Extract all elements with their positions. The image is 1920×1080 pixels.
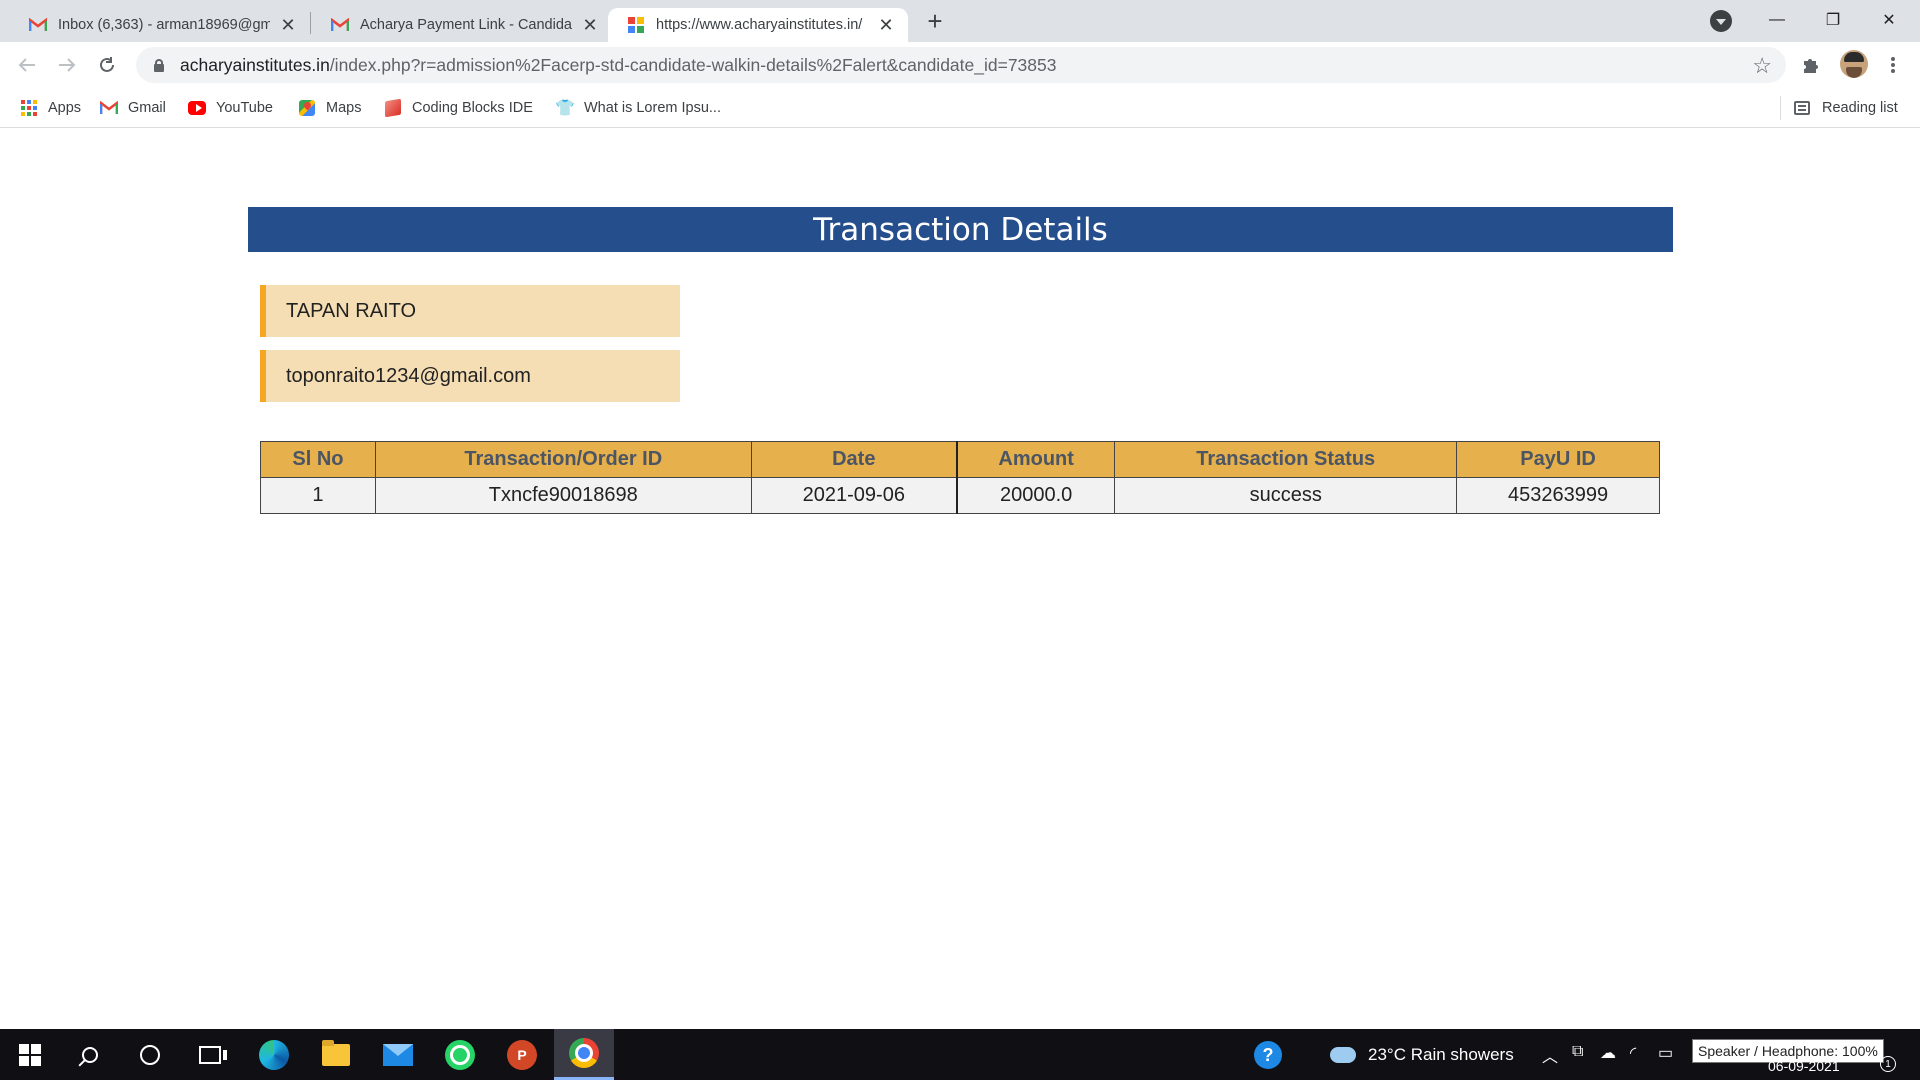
forward-arrow-icon[interactable] [52,50,82,80]
page-title: Transaction Details [248,207,1673,252]
address-bar[interactable]: acharyainstitutes.in/index.php?r=admissi… [136,47,1786,83]
table-header-row: Sl No Transaction/Order ID Date Amount T… [260,441,1660,478]
bookmark-maps[interactable]: Maps [298,96,361,120]
tab-title: https://www.acharyainstitutes.in/ [656,17,863,33]
close-icon[interactable]: ✕ [876,15,896,35]
bookmark-youtube[interactable]: YouTube [188,96,273,120]
powerpoint-icon[interactable]: P [492,1029,552,1080]
close-icon[interactable]: ✕ [278,15,298,35]
column-header: Transaction/Order ID [374,441,752,478]
tab-separator [310,12,311,34]
reading-list-button[interactable]: Reading list [1794,96,1898,120]
column-header: Transaction Status [1114,441,1458,478]
column-header: PayU ID [1456,441,1660,478]
battery-icon[interactable]: ▭ [1658,1043,1673,1063]
cell-sl-no: 1 [260,477,376,514]
bookmark-coding-blocks[interactable]: Coding Blocks IDE [384,96,533,120]
transaction-table: Sl No Transaction/Order ID Date Amount T… [260,441,1660,514]
taskbar-date[interactable]: 06-09-2021 [1768,1058,1840,1074]
reload-icon[interactable] [92,50,122,80]
bookmarks-bar: Apps Gmail YouTube Maps Coding Blocks ID… [0,88,1920,128]
gmail-icon [28,15,48,35]
bookmark-star-icon[interactable]: ☆ [1752,53,1772,79]
gmail-icon [330,15,350,35]
bookmark-label: Coding Blocks IDE [412,100,533,116]
wifi-icon[interactable]: ◜ [1630,1043,1636,1063]
lock-icon[interactable] [154,58,164,72]
minimize-button[interactable]: — [1754,2,1800,38]
edge-icon[interactable] [244,1029,304,1080]
browser-menu-icon[interactable] [1888,52,1898,78]
bookmark-label: Gmail [128,100,166,116]
help-icon[interactable]: ? [1254,1041,1282,1069]
cell-order-id: Txncfe90018698 [374,477,752,514]
bookmark-label: YouTube [216,100,273,116]
file-explorer-icon[interactable] [306,1029,366,1080]
candidate-name: TAPAN RAITO [260,285,680,337]
table-row: 1 Txncfe90018698 2021-09-06 20000.0 succ… [260,477,1660,514]
chevron-up-icon[interactable]: ︿ [1542,1043,1558,1067]
search-icon[interactable] [60,1029,120,1080]
profile-avatar[interactable] [1840,50,1868,78]
extensions-puzzle-icon[interactable] [1798,52,1824,78]
reading-list-icon [1794,101,1810,115]
tab-payment-link[interactable]: Acharya Payment Link - Candidate ✕ [312,8,612,42]
onedrive-cloud-icon[interactable]: ☁ [1600,1043,1616,1063]
tab-inbox[interactable]: Inbox (6,363) - arman18969@gmail.com ✕ [10,8,310,42]
tab-strip: Inbox (6,363) - arman18969@gmail.com ✕ A… [0,0,1920,42]
url-host: acharyainstitutes.in [180,54,330,75]
bookmarks-divider [1780,96,1781,120]
weather-widget[interactable]: 23°C Rain showers [1330,1029,1514,1080]
mail-icon[interactable] [368,1029,428,1080]
acharya-favicon [626,15,646,35]
new-tab-button[interactable]: + [922,8,948,34]
url-text: acharyainstitutes.in/index.php?r=admissi… [180,55,1057,76]
window-close-button[interactable]: ✕ [1866,2,1912,38]
url-path: /index.php?r=admission%2Facerp-std-candi… [329,54,1057,75]
whatsapp-icon[interactable] [430,1029,490,1080]
apps-grid-icon [20,99,38,117]
column-header: Date [750,441,958,478]
reading-list-label: Reading list [1822,100,1898,116]
coding-blocks-icon [384,98,402,118]
bookmark-label: Maps [326,100,362,116]
browser-toolbar: acharyainstitutes.in/index.php?r=admissi… [0,42,1920,88]
windows-taskbar: P ? 23°C Rain showers ︿ ⧉ ☁ ◜ ▭ [0,1029,1920,1080]
windows-start-icon[interactable] [0,1029,60,1080]
tab-title: Acharya Payment Link - Candidate [360,17,572,33]
bookmark-gmail[interactable]: Gmail [100,96,166,120]
bookmark-lorem-ipsum[interactable]: 👕 What is Lorem Ipsu... [555,96,721,120]
cell-payu-id: 453263999 [1456,477,1660,514]
tab-search-icon[interactable] [1710,10,1732,32]
column-header: Sl No [260,441,376,478]
youtube-icon [188,99,206,117]
maps-icon [298,99,316,117]
page-content: Transaction Details TAPAN RAITO toponrai… [0,129,1920,1029]
bookmark-apps[interactable]: Apps [20,96,81,120]
notification-icon[interactable]: 1 [1880,1056,1896,1072]
bookmark-label: Apps [48,100,82,116]
lorem-ipsum-icon: 👕 [555,100,575,117]
weather-text: 23°C Rain showers [1368,1044,1514,1064]
cell-amount: 20000.0 [956,477,1116,514]
meet-now-icon[interactable]: ⧉ [1572,1043,1583,1061]
cell-status: success [1114,477,1458,514]
close-icon[interactable]: ✕ [580,15,600,35]
column-header: Amount [956,441,1116,478]
candidate-email: toponraito1234@gmail.com [260,350,680,402]
task-view-icon[interactable] [180,1029,240,1080]
chrome-icon[interactable] [554,1029,614,1080]
back-arrow-icon[interactable] [12,50,42,80]
cell-date: 2021-09-06 [750,477,958,514]
maximize-button[interactable]: ❐ [1810,2,1856,38]
tab-acharya[interactable]: https://www.acharyainstitutes.in/ ✕ [608,8,908,42]
weather-cloud-icon [1330,1038,1356,1063]
bookmark-label: What is Lorem Ipsu... [584,100,721,116]
tab-title: Inbox (6,363) - arman18969@gmail.com [58,17,270,33]
gmail-icon [100,99,118,117]
cortana-icon[interactable] [120,1029,180,1080]
